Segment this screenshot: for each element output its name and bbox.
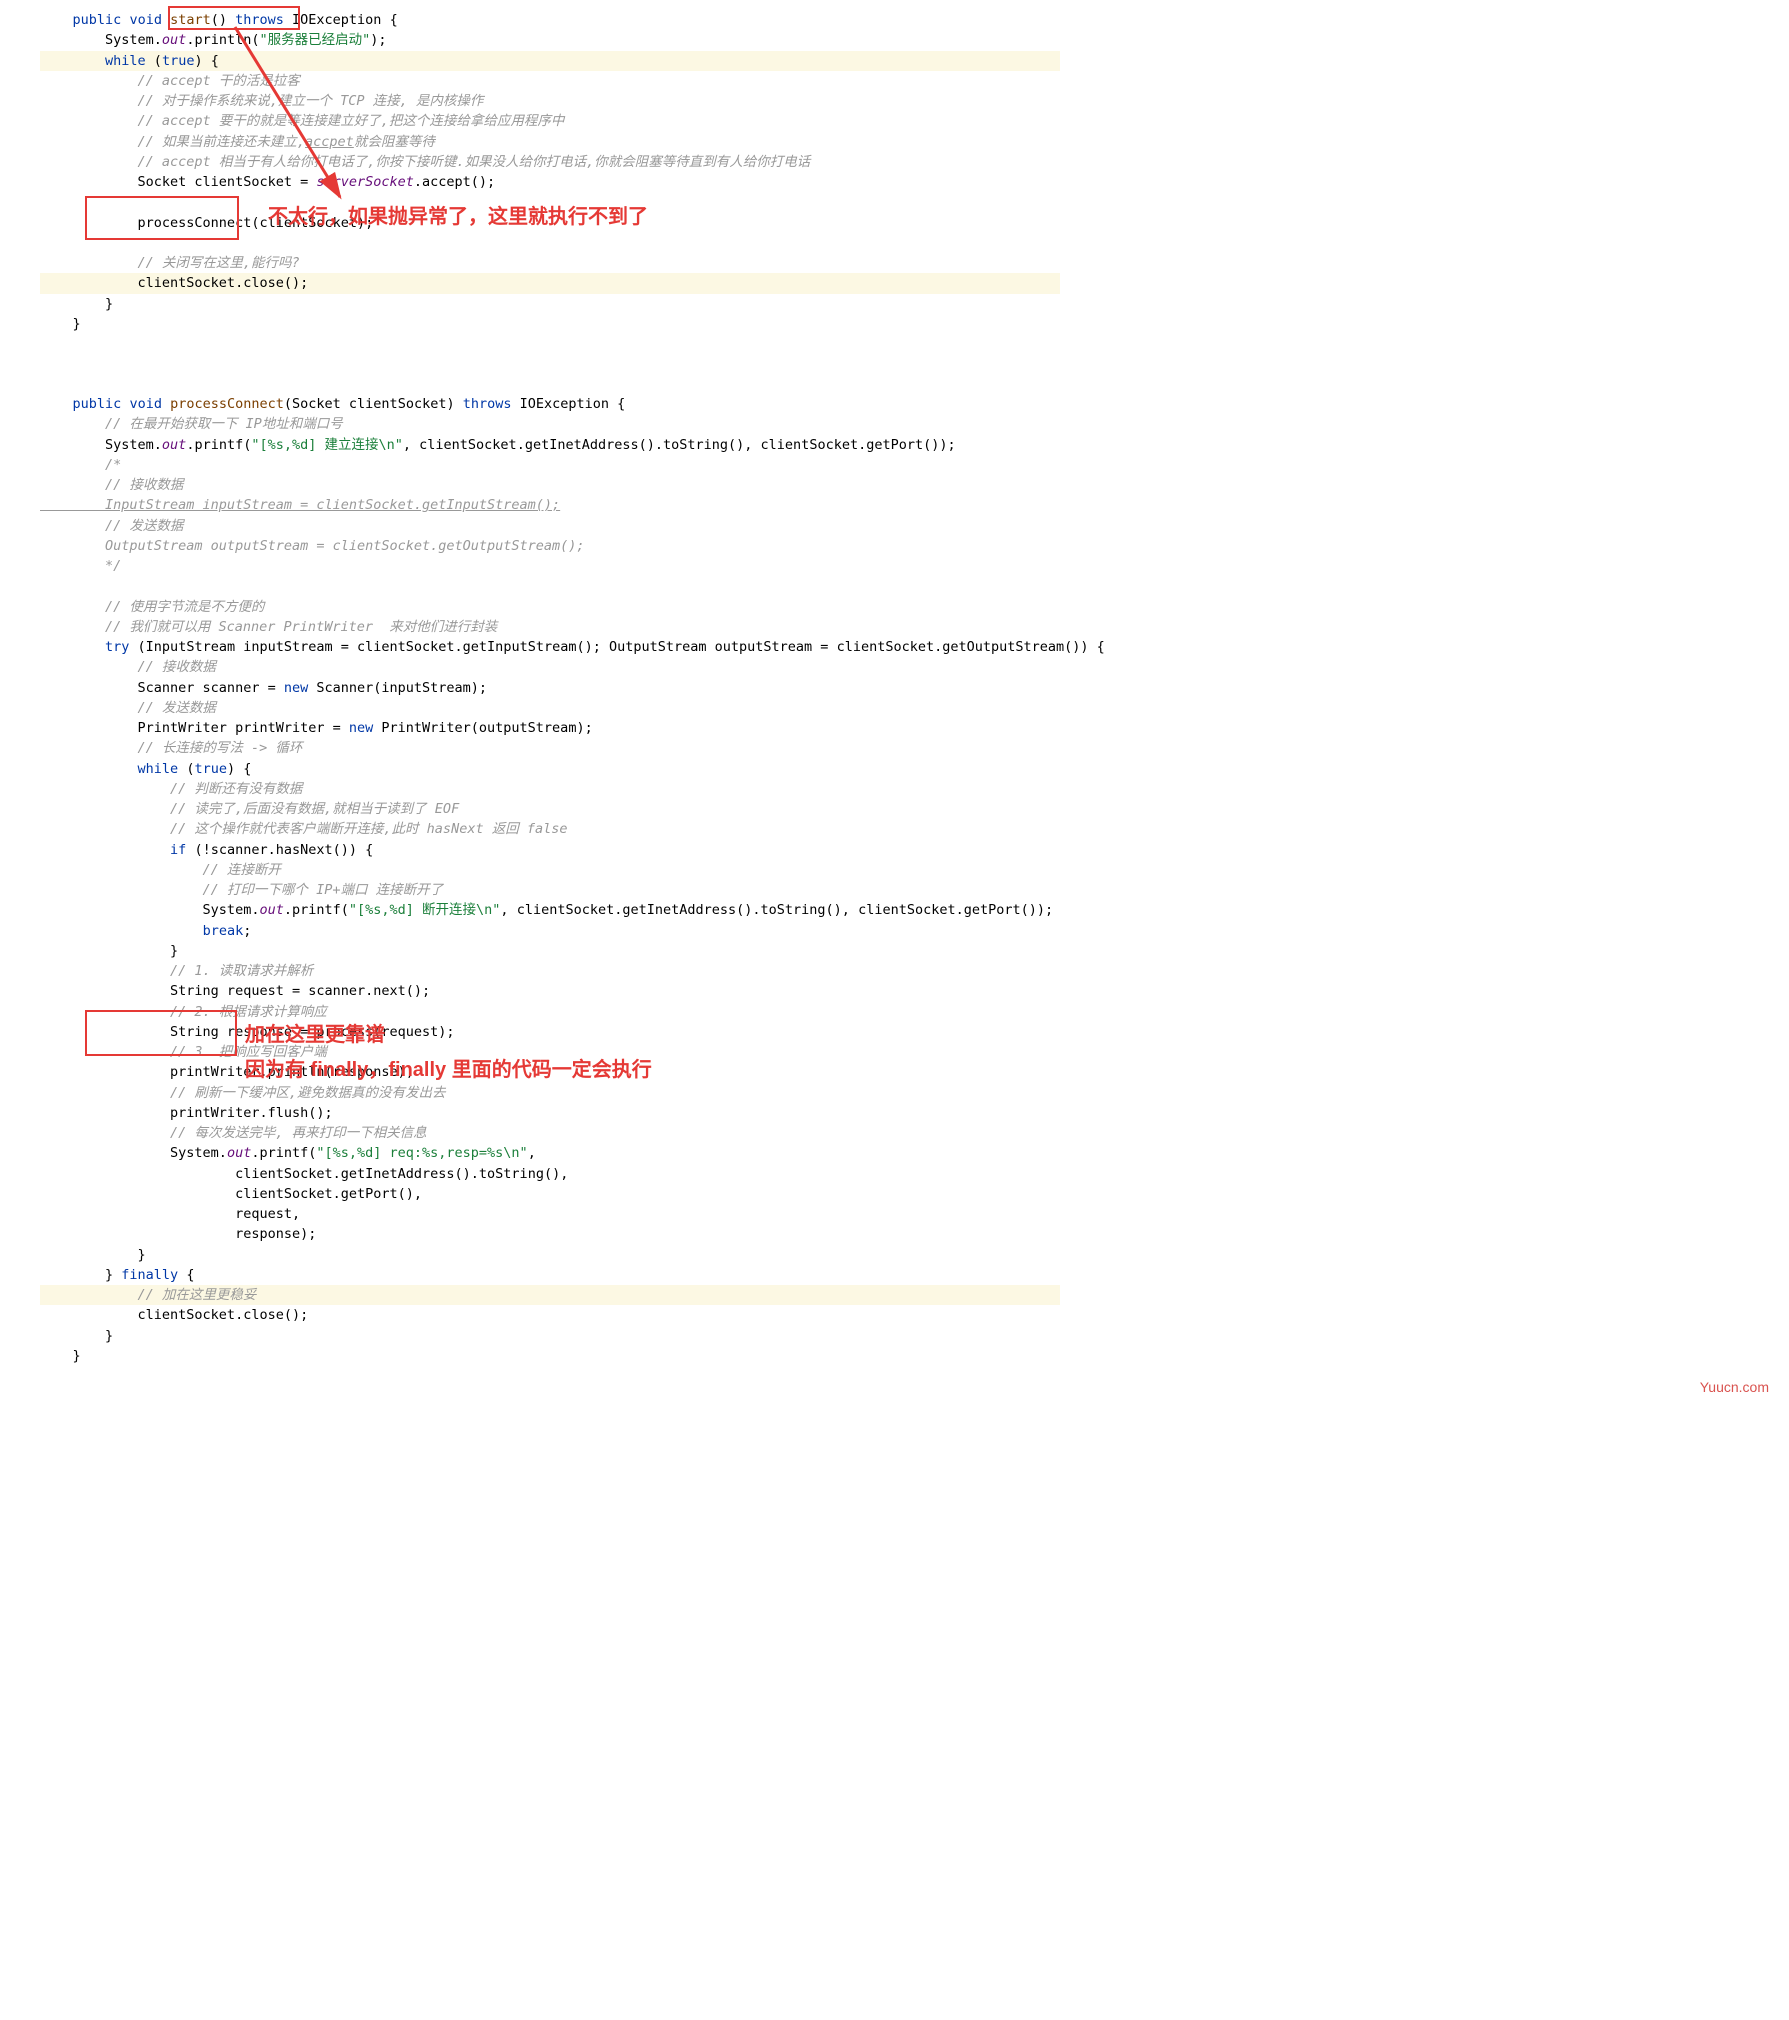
code-comment: */ [40, 556, 1060, 576]
code-line: printWriter.println(response); [40, 1062, 1060, 1082]
code-line: clientSocket.close(); [40, 273, 1060, 293]
code-line: PrintWriter printWriter = new PrintWrite… [40, 718, 1060, 738]
code-comment: // 使用字节流是不方便的 [40, 597, 1060, 617]
code-comment: // 1. 读取请求并解析 [40, 961, 1060, 981]
code-comment: // 读完了,后面没有数据,就相当于读到了 EOF [40, 799, 1060, 819]
code-comment: // 在最开始获取一下 IP地址和端口号 [40, 414, 1060, 434]
code-line: while (true) { [40, 51, 1060, 71]
code-comment: // accept 相当于有人给你打电话了,你按下接听键.如果没人给你打电话,你… [40, 152, 1060, 172]
code-comment: // 加在这里更稳妥 [40, 1285, 1060, 1305]
code-comment: // 刷新一下缓冲区,避免数据真的没有发出去 [40, 1083, 1060, 1103]
code-line: Scanner scanner = new Scanner(inputStrea… [40, 678, 1060, 698]
code-line: System.out.printf("[%s,%d] 断开连接\n", clie… [40, 900, 1060, 920]
code-line: } [40, 941, 1060, 961]
code-comment: /* [40, 455, 1060, 475]
code-line: public void start() throws IOException { [40, 10, 1060, 30]
code-comment: InputStream inputStream = clientSocket.g… [40, 495, 1060, 515]
code-block-1: public void start() throws IOException {… [0, 0, 1060, 1406]
code-line: while (true) { [40, 759, 1060, 779]
code-line: processConnect(clientSocket); [40, 213, 1060, 233]
code-line: } [40, 1326, 1060, 1346]
code-comment: // 发送数据 [40, 516, 1060, 536]
code-line: clientSocket.getInetAddress().toString()… [40, 1164, 1060, 1184]
code-comment: // 如果当前连接还未建立,accpet就会阻塞等待 [40, 132, 1060, 152]
code-line: break; [40, 921, 1060, 941]
code-line: Socket clientSocket = serverSocket.accep… [40, 172, 1060, 192]
code-comment: // 这个操作就代表客户端断开连接,此时 hasNext 返回 false [40, 819, 1060, 839]
code-comment: // 判断还有没有数据 [40, 779, 1060, 799]
code-line: } [40, 314, 1060, 334]
code-comment: // 接收数据 [40, 657, 1060, 677]
code-line: try (InputStream inputStream = clientSoc… [40, 637, 1060, 657]
code-line: String response = process(request); [40, 1022, 1060, 1042]
code-line: } finally { [40, 1265, 1060, 1285]
code-line: clientSocket.close(); [40, 1305, 1060, 1325]
code-line: System.out.printf("[%s,%d] 建立连接\n", clie… [40, 435, 1060, 455]
code-line: } [40, 1346, 1060, 1366]
code-comment: // accept 要干的就是等连接建立好了,把这个连接给拿给应用程序中 [40, 111, 1060, 131]
code-line: printWriter.flush(); [40, 1103, 1060, 1123]
code-line: } [40, 1245, 1060, 1265]
code-line: } [40, 294, 1060, 314]
code-line: System.out.printf("[%s,%d] req:%s,resp=%… [40, 1143, 1060, 1163]
code-comment: // 2. 根据请求计算响应 [40, 1002, 1060, 1022]
code-line: if (!scanner.hasNext()) { [40, 840, 1060, 860]
code-comment: // 3. 把响应写回客户端 [40, 1042, 1060, 1062]
code-line: request, [40, 1204, 1060, 1224]
code-line: response); [40, 1224, 1060, 1244]
code-line: String request = scanner.next(); [40, 981, 1060, 1001]
code-comment: // 对于操作系统来说,建立一个 TCP 连接, 是内核操作 [40, 91, 1060, 111]
code-comment: OutputStream outputStream = clientSocket… [40, 536, 1060, 556]
code-comment: // 打印一下哪个 IP+端口 连接断开了 [40, 880, 1060, 900]
code-comment: // accept 干的活是拉客 [40, 71, 1060, 91]
code-line: clientSocket.getPort(), [40, 1184, 1060, 1204]
code-comment: // 接收数据 [40, 475, 1060, 495]
code-comment: // 我们就可以用 Scanner PrintWriter 来对他们进行封装 [40, 617, 1060, 637]
code-comment: // 关闭写在这里,能行吗? [40, 253, 1060, 273]
code-comment: // 每次发送完毕, 再来打印一下相关信息 [40, 1123, 1060, 1143]
watermark: Yuucn.com [1700, 1377, 1769, 1398]
code-line: System.out.println("服务器已经启动"); [40, 30, 1060, 50]
code-line: public void processConnect(Socket client… [40, 394, 1060, 414]
code-comment: // 发送数据 [40, 698, 1060, 718]
code-comment: // 连接断开 [40, 860, 1060, 880]
code-comment: // 长连接的写法 -> 循环 [40, 738, 1060, 758]
